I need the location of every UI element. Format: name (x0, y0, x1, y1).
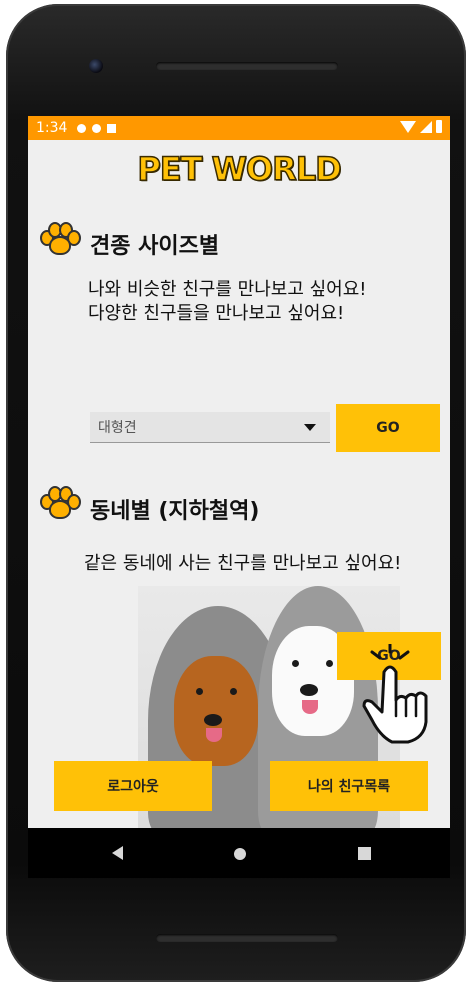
status-notification-icons (77, 123, 117, 133)
nav-recents-icon[interactable] (358, 847, 371, 860)
app-screen: 1:34 PET WORLD 견종 사이즈별 나와 비슷한 친구를 만나보고 싶… (28, 116, 450, 828)
size-section-title: 견종 사이즈별 (90, 234, 220, 259)
logout-label: 로그아웃 (107, 779, 159, 795)
nav-back-icon[interactable] (112, 846, 123, 860)
paw-icon (40, 222, 81, 256)
size-go-button[interactable]: GO (336, 404, 440, 452)
size-spinner[interactable]: 대형견 (90, 412, 330, 443)
status-time: 1:34 (36, 120, 68, 136)
dropdown-arrow-icon (304, 424, 316, 431)
sd-card-status-icon (107, 123, 117, 133)
nav-home-icon[interactable] (234, 848, 246, 860)
friend-list-label: 나의 친구목록 (307, 779, 391, 795)
top-speaker (156, 62, 338, 70)
bottom-speaker (156, 934, 338, 942)
front-camera (89, 59, 103, 73)
wifi-icon (400, 120, 416, 133)
app-title: PET WORLD (137, 149, 343, 189)
settings-status-icon (77, 123, 87, 133)
navigation-bar (28, 828, 450, 878)
play-status-icon (92, 123, 102, 133)
battery-icon (436, 120, 442, 133)
paw-icon (40, 486, 81, 520)
friend-list-button[interactable]: 나의 친구목록 (270, 761, 428, 811)
spinner-selected-value: 대형견 (98, 420, 137, 436)
size-go-label: GO (376, 420, 400, 436)
signal-icon (420, 120, 432, 133)
size-section-desc-1: 나와 비슷한 친구를 만나보고 싶어요! (88, 279, 367, 300)
status-system-icons (400, 120, 442, 133)
size-section-desc-2: 다양한 친구들을 만나보고 싶어요! (88, 303, 345, 324)
tap-hand-icon (362, 644, 428, 744)
logout-button[interactable]: 로그아웃 (54, 761, 212, 811)
status-bar: 1:34 (28, 116, 450, 140)
town-section-desc: 같은 동네에 사는 친구를 만나보고 싶어요! (84, 553, 402, 574)
town-section-title: 동네별 (지하철역) (90, 499, 260, 524)
